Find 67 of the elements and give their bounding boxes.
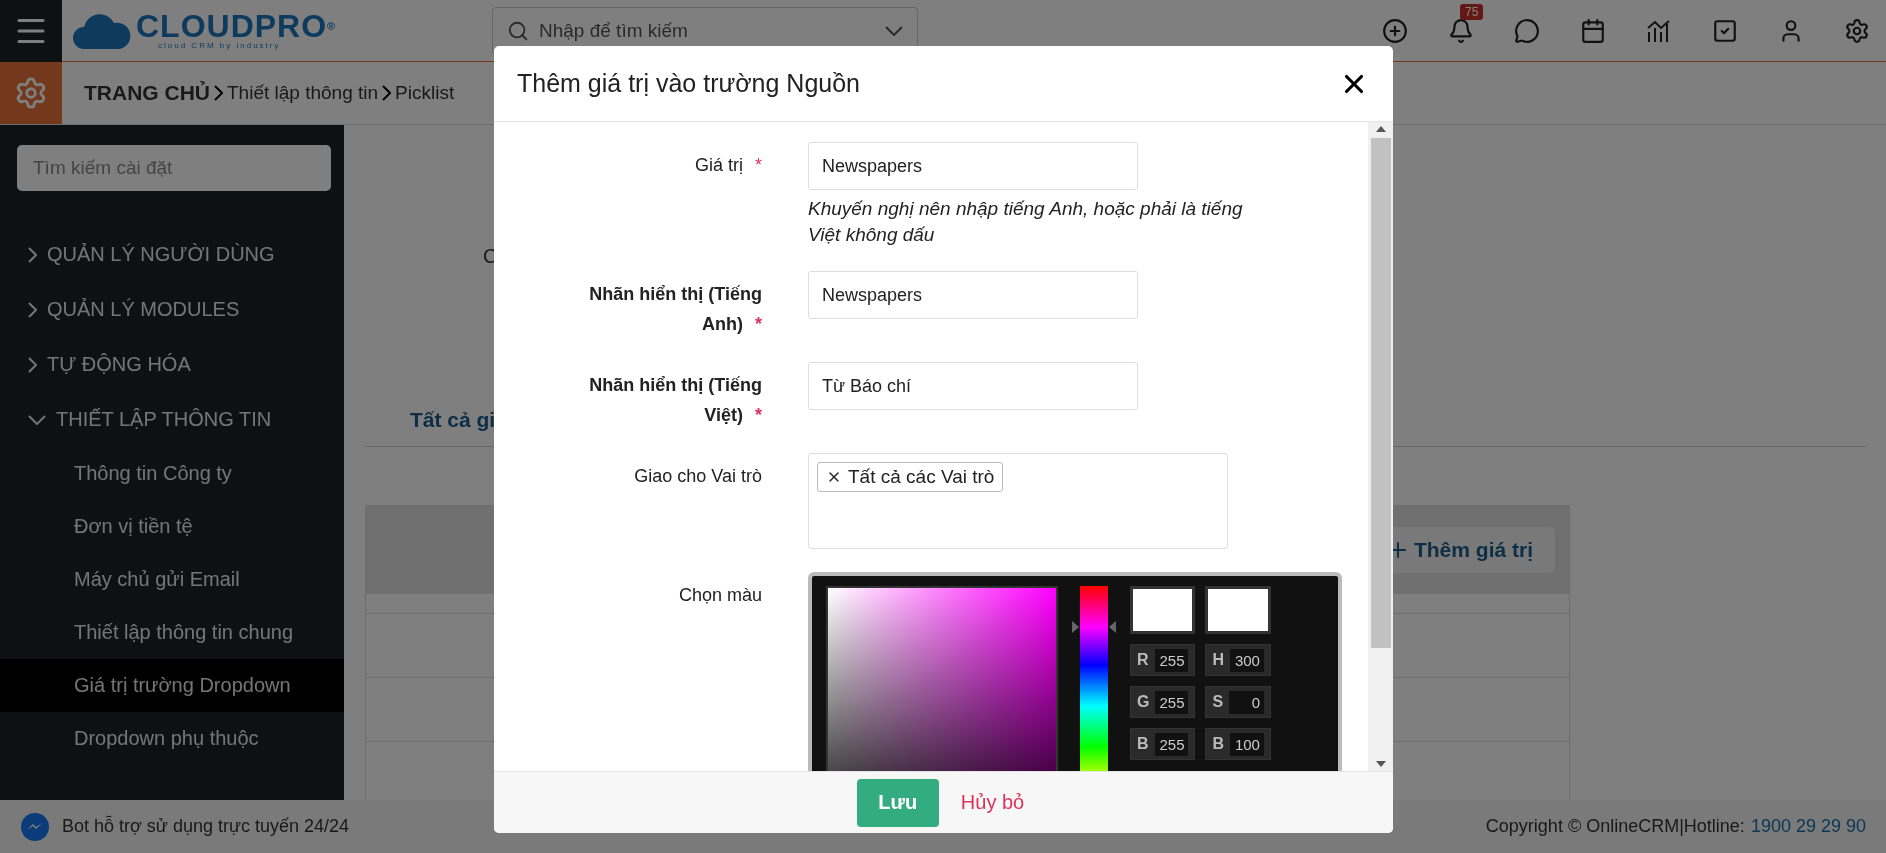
notification-badge: 75: [1460, 3, 1484, 20]
channel-field[interactable]: R 255: [1130, 644, 1196, 676]
new-color-swatch: [1130, 586, 1196, 634]
sidebar-item[interactable]: Thông tin Công ty: [0, 447, 344, 500]
scrollbar[interactable]: [1368, 122, 1393, 771]
sidebar-item[interactable]: Đơn vị tiền tệ: [0, 500, 344, 553]
sidebar-item[interactable]: Máy chủ gửi Email: [0, 553, 344, 606]
hint-text: Khuyến nghị nên nhập tiếng Anh, hoặc phải là tiếng Việt không dấu: [808, 197, 1244, 247]
settings-search-field[interactable]: Tìm kiếm cài đặt: [17, 145, 331, 191]
saturation-area[interactable]: [826, 586, 1058, 771]
sidebar-item[interactable]: Thiết lập thông tin chung: [0, 606, 344, 659]
settings-icon: [14, 76, 48, 110]
channel-field[interactable]: B 255: [1130, 728, 1196, 760]
messenger-icon[interactable]: [20, 811, 50, 842]
save-button[interactable]: Lưu: [856, 778, 939, 827]
field-label: Giá trị *: [693, 154, 762, 177]
sidebar-item[interactable]: Giá trị trường Dropdown: [0, 659, 344, 712]
chat-link[interactable]: Bot hỗ trợ sử dụng trực tuyến 24/24: [62, 816, 350, 837]
breadcrumb-link[interactable]: TRANG CHỦ: [84, 81, 210, 105]
tag-field[interactable]: Tất cả các Vai trò: [808, 453, 1228, 549]
field-label: Nhãn hiển thị (Tiếng Anh) *: [588, 283, 762, 336]
hue-slider-thumb[interactable]: [1072, 620, 1116, 633]
input-field[interactable]: Từ Báo chí: [808, 362, 1138, 410]
channel-field[interactable]: S 0: [1205, 686, 1271, 718]
sidebar-group[interactable]: THIẾT LẬP THÔNG TIN: [0, 392, 344, 447]
dialog-title: Thêm giá trị vào trường Nguồn: [517, 69, 860, 98]
chevron-right-icon: [214, 85, 223, 101]
channel-field[interactable]: G 255: [1130, 686, 1196, 718]
sidebar-group[interactable]: QUẢN LÝ NGƯỜI DÙNG: [0, 227, 344, 282]
field-label: Nhãn hiển thị (Tiếng Việt) *: [588, 374, 762, 427]
channel-field[interactable]: B 100: [1205, 728, 1271, 760]
breadcrumb-link[interactable]: Picklist: [395, 82, 455, 104]
search-icon: [507, 19, 529, 42]
input-field[interactable]: Newspapers: [808, 142, 1138, 190]
role-tag[interactable]: Tất cả các Vai trò: [817, 462, 1004, 492]
tab[interactable]: Tất cả gi: [410, 408, 496, 431]
input-field[interactable]: Newspapers: [808, 271, 1138, 319]
color-picker[interactable]: R 255 H 300 G 255 S 0 B 255 B 100: [808, 572, 1342, 771]
logo-tagline: cloud CRM by industry: [158, 41, 282, 50]
chevron-right-icon: [28, 356, 37, 373]
checkbox-icon[interactable]: [1712, 17, 1738, 44]
breadcrumb-link[interactable]: Thiết lập thông tin: [227, 82, 379, 104]
scroll-down-icon[interactable]: [1375, 761, 1386, 767]
sidebar-group[interactable]: QUẢN LÝ MODULES: [0, 282, 344, 337]
menu-button[interactable]: [0, 0, 62, 62]
chevron-down-icon: [28, 414, 46, 425]
sidebar-group[interactable]: TỰ ĐỘNG HÓA: [0, 337, 344, 392]
chart-icon[interactable]: [1646, 17, 1672, 44]
settings-icon[interactable]: [1844, 17, 1870, 44]
field-label: Giao cho Vai trò: [633, 465, 762, 488]
field-label: Chọn màu: [677, 584, 762, 607]
sidebar-item[interactable]: Dropdown phụ thuộc: [0, 712, 344, 765]
chevron-right-icon: [382, 85, 392, 101]
current-color-swatch: [1205, 586, 1271, 634]
calendar-icon[interactable]: [1580, 17, 1606, 44]
channel-field[interactable]: H 300: [1205, 644, 1271, 676]
copyright-text: Copyright © OnlineCRM|Hotline:: [1485, 816, 1745, 837]
cancel-button[interactable]: Hủy bỏ: [954, 790, 1031, 815]
hotline-link[interactable]: 1900 29 29 90: [1750, 816, 1866, 837]
scroll-up-icon[interactable]: [1375, 126, 1386, 132]
chevron-right-icon: [28, 301, 37, 318]
chevron-down-icon: [885, 25, 903, 36]
add-icon[interactable]: [1382, 17, 1408, 44]
bell-icon[interactable]: [1448, 17, 1474, 44]
logo-text: CLOUDPRO®: [136, 11, 337, 41]
chat-icon[interactable]: [1514, 17, 1540, 44]
chevron-right-icon: [28, 246, 37, 263]
